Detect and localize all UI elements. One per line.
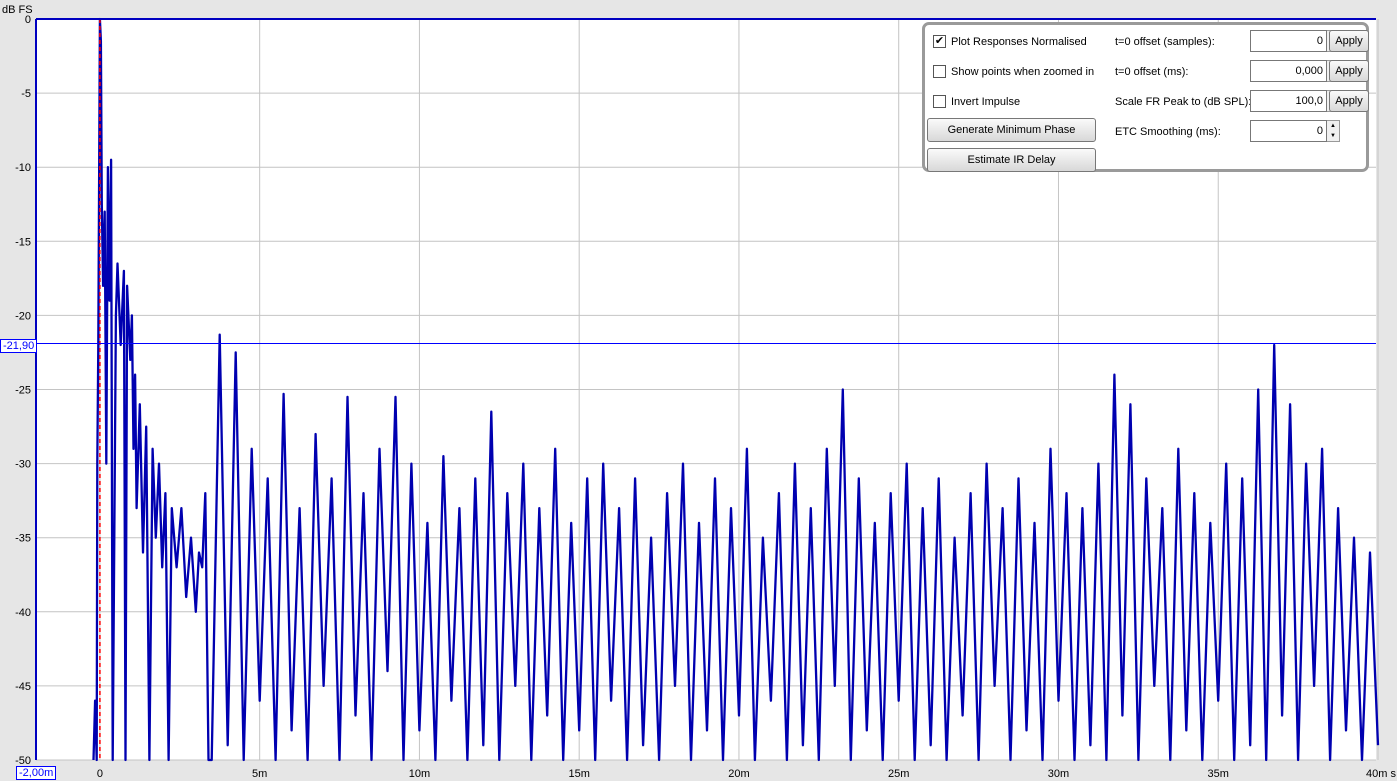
scale-fr-peak-input[interactable]: 100,0	[1250, 90, 1327, 112]
x-tick-label: 0	[97, 768, 103, 780]
x-tick-label: 35m	[1208, 768, 1229, 780]
etc-smoothing-input[interactable]: 0	[1250, 120, 1327, 142]
t0-samples-label: t=0 offset (samples):	[1115, 36, 1215, 48]
checkbox-checked-icon[interactable]: ✔	[933, 35, 946, 48]
scale-fr-peak-label: Scale FR Peak to (dB SPL):	[1115, 96, 1252, 108]
x-tick-label: 20m	[728, 768, 749, 780]
checkbox-label: Plot Responses Normalised	[951, 35, 1087, 48]
impulse-controls-panel: ✔ Plot Responses Normalised Show points w…	[922, 22, 1369, 172]
etc-smoothing-label: ETC Smoothing (ms):	[1115, 126, 1221, 138]
apply-samples-button[interactable]: Apply	[1329, 30, 1369, 52]
t0-samples-spinner[interactable]: 0▲▼	[1250, 30, 1340, 52]
y-tick-label: -40	[15, 607, 31, 619]
y-tick-label: -15	[15, 236, 31, 248]
x-tick-label: 10m	[409, 768, 430, 780]
estimate-ir-delay-button[interactable]: Estimate IR Delay	[927, 148, 1096, 172]
scale-fr-peak-spinner[interactable]: 100,0▲▼	[1250, 90, 1340, 112]
y-tick-label: -35	[15, 533, 31, 545]
t0-samples-input[interactable]: 0	[1250, 30, 1327, 52]
y-tick-label: -5	[21, 88, 31, 100]
checkbox-label: Show points when zoomed in	[951, 65, 1095, 78]
generate-minimum-phase-button[interactable]: Generate Minimum Phase	[927, 118, 1096, 142]
x-tick-label: 40m s	[1366, 768, 1396, 780]
y-tick-label: -25	[15, 385, 31, 397]
t0-ms-input[interactable]: 0,000	[1250, 60, 1327, 82]
x-tick-label: 5m	[252, 768, 267, 780]
y-tick-label: -20	[15, 310, 31, 322]
checkbox-icon[interactable]	[933, 95, 946, 108]
checkbox-invert-impulse[interactable]: Invert Impulse	[933, 95, 1020, 108]
checkbox-label: Invert Impulse	[951, 95, 1021, 108]
y-tick-label: -45	[15, 681, 31, 693]
apply-scale-button[interactable]: Apply	[1329, 90, 1369, 112]
t0-ms-spinner[interactable]: 0,000▲▼	[1250, 60, 1340, 82]
spin-up-icon[interactable]: ▲	[1327, 121, 1339, 131]
cursor-x-readout: -2,00m	[16, 766, 57, 780]
y-tick-label: -10	[15, 162, 31, 174]
etc-smoothing-spinner[interactable]: 0 ▲ ▼	[1250, 120, 1340, 142]
apply-ms-button[interactable]: Apply	[1329, 60, 1369, 82]
spin-down-icon[interactable]: ▼	[1327, 131, 1339, 141]
y-tick-label: -30	[15, 459, 31, 471]
x-tick-label: 30m	[1048, 768, 1069, 780]
cursor-y-readout: -21,90	[0, 339, 38, 353]
y-axis-label: dB FS	[2, 4, 33, 16]
checkbox-icon[interactable]	[933, 65, 946, 78]
x-tick-label: 15m	[568, 768, 589, 780]
checkbox-plot-normalised[interactable]: ✔ Plot Responses Normalised	[933, 35, 1087, 48]
x-tick-label: 25m	[888, 768, 909, 780]
t0-ms-label: t=0 offset (ms):	[1115, 66, 1189, 78]
checkbox-show-points[interactable]: Show points when zoomed in	[933, 65, 1094, 78]
